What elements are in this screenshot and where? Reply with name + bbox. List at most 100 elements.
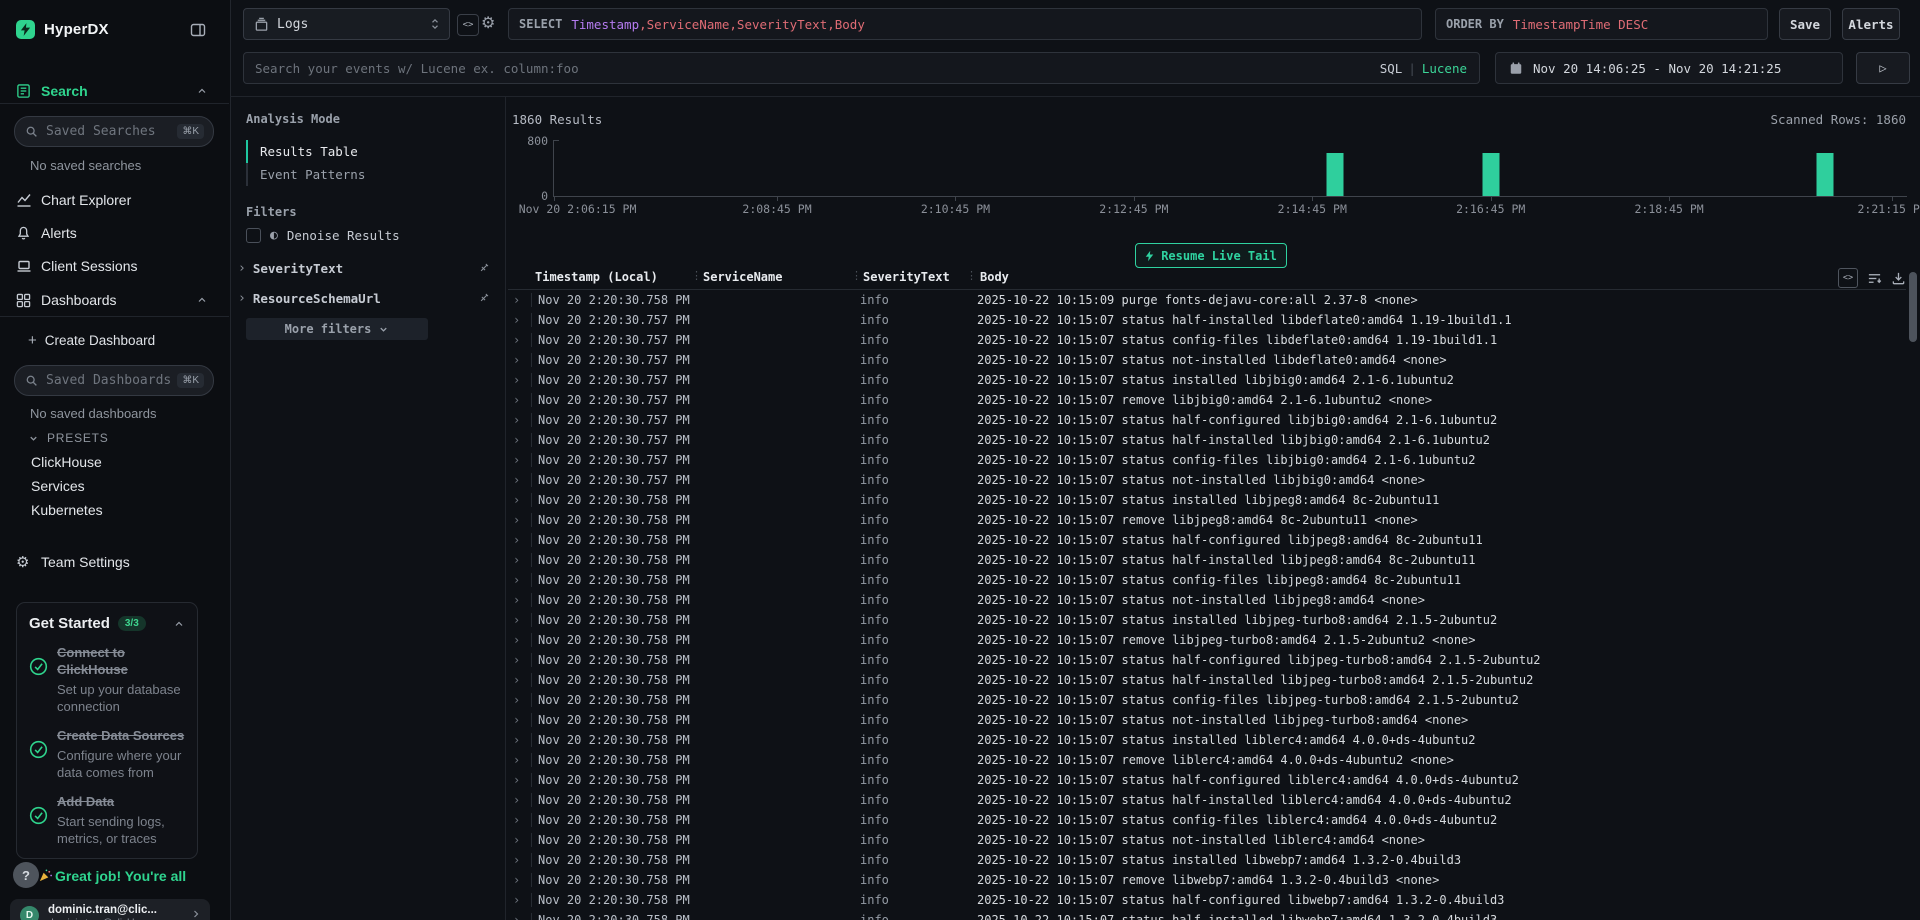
sidebar-item-client-sessions[interactable]: Client Sessions (0, 255, 230, 277)
save-button[interactable]: Save (1779, 8, 1831, 40)
expand-row-icon[interactable]: › (508, 453, 527, 467)
expand-row-icon[interactable]: › (508, 853, 527, 867)
table-row[interactable]: ›Nov 20 2:20:30.758 PMinfo2025-10-22 10:… (508, 510, 1906, 530)
table-row[interactable]: ›Nov 20 2:20:30.758 PMinfo2025-10-22 10:… (508, 570, 1906, 590)
expand-row-icon[interactable]: › (508, 593, 527, 607)
table-row[interactable]: ›Nov 20 2:20:30.758 PMinfo2025-10-22 10:… (508, 750, 1906, 770)
event-search-input[interactable] (244, 53, 1479, 83)
user-menu[interactable]: D dominic.tran@clic... dominic.tran@clic… (10, 899, 210, 920)
histogram-bar[interactable] (1817, 153, 1834, 196)
expand-row-icon[interactable]: › (508, 573, 527, 587)
expand-row-icon[interactable]: › (508, 613, 527, 627)
expand-row-icon[interactable]: › (508, 553, 527, 567)
preset-services[interactable]: Services (0, 474, 230, 498)
expand-row-icon[interactable]: › (508, 433, 527, 447)
histogram-bar[interactable] (1326, 153, 1343, 196)
select-columns-input[interactable]: SELECT Timestamp ,ServiceName,SeverityTe… (508, 8, 1422, 40)
chevron-up-icon[interactable] (196, 85, 208, 97)
presets-header[interactable]: PRESETS (28, 431, 109, 445)
analysis-mode-event-patterns[interactable]: Event Patterns (246, 163, 365, 186)
table-row[interactable]: ›Nov 20 2:20:30.758 PMinfo2025-10-22 10:… (508, 810, 1906, 830)
filter-group-severitytext[interactable]: › SeverityText (238, 256, 490, 280)
expand-row-icon[interactable]: › (508, 513, 527, 527)
table-row[interactable]: ›Nov 20 2:20:30.757 PMinfo2025-10-22 10:… (508, 350, 1906, 370)
time-range-picker[interactable]: Nov 20 14:06:25 - Nov 20 14:21:25 (1495, 52, 1843, 84)
expand-row-icon[interactable]: › (508, 813, 527, 827)
order-by-input[interactable]: ORDER BY TimestampTime DESC (1435, 8, 1768, 40)
sidebar-item-alerts[interactable]: Alerts (0, 222, 230, 244)
table-row[interactable]: ›Nov 20 2:20:30.758 PMinfo2025-10-22 10:… (508, 650, 1906, 670)
histogram-bar[interactable] (1482, 153, 1499, 196)
expand-row-icon[interactable]: › (508, 493, 527, 507)
column-header-servicename[interactable]: ServiceName (703, 270, 782, 284)
saved-searches-input[interactable]: Saved Searches ⌘K (14, 116, 214, 147)
pin-icon[interactable] (478, 292, 490, 304)
sidebar-item-team-settings[interactable]: ⚙ Team Settings (0, 551, 230, 573)
table-row[interactable]: ›Nov 20 2:20:30.758 PMinfo2025-10-22 10:… (508, 670, 1906, 690)
scrollbar-thumb[interactable] (1909, 272, 1917, 342)
denoise-results-toggle[interactable]: ◐ Denoise Results (246, 228, 400, 243)
table-row[interactable]: ›Nov 20 2:20:30.757 PMinfo2025-10-22 10:… (508, 410, 1906, 430)
column-header-body[interactable]: Body (980, 270, 1009, 284)
get-started-item[interactable]: Create Data SourcesConfigure where your … (29, 728, 185, 781)
expand-row-icon[interactable]: › (508, 473, 527, 487)
sql-mode-label[interactable]: SQL (1380, 61, 1403, 76)
table-row[interactable]: ›Nov 20 2:20:30.758 PMinfo2025-10-22 10:… (508, 870, 1906, 890)
more-filters-button[interactable]: More filters (246, 318, 428, 340)
table-row[interactable]: ›Nov 20 2:20:30.758 PMinfo2025-10-22 10:… (508, 550, 1906, 570)
expand-row-icon[interactable]: › (508, 633, 527, 647)
table-row[interactable]: ›Nov 20 2:20:30.758 PMinfo2025-10-22 10:… (508, 790, 1906, 810)
table-row[interactable]: ›Nov 20 2:20:30.757 PMinfo2025-10-22 10:… (508, 330, 1906, 350)
expand-row-icon[interactable]: › (508, 713, 527, 727)
analysis-mode-results-table[interactable]: Results Table (246, 140, 365, 163)
table-row[interactable]: ›Nov 20 2:20:30.758 PMinfo2025-10-22 10:… (508, 770, 1906, 790)
table-row[interactable]: ›Nov 20 2:20:30.758 PMinfo2025-10-22 10:… (508, 530, 1906, 550)
chevron-up-icon[interactable] (173, 618, 185, 630)
alerts-button[interactable]: Alerts (1842, 8, 1900, 40)
sidebar-item-search[interactable]: Search (0, 80, 230, 102)
expand-row-icon[interactable]: › (508, 413, 527, 427)
table-row[interactable]: ›Nov 20 2:20:30.757 PMinfo2025-10-22 10:… (508, 430, 1906, 450)
sidebar-item-dashboards[interactable]: Dashboards (0, 289, 230, 311)
download-icon[interactable] (1891, 271, 1906, 286)
filter-group-resourceschemaurl[interactable]: › ResourceSchemaUrl (238, 286, 490, 310)
expand-row-icon[interactable]: › (508, 393, 527, 407)
table-row[interactable]: ›Nov 20 2:20:30.758 PMinfo2025-10-22 10:… (508, 710, 1906, 730)
table-row[interactable]: ›Nov 20 2:20:30.758 PMinfo2025-10-22 10:… (508, 290, 1906, 310)
expand-row-icon[interactable]: › (508, 833, 527, 847)
column-resize-handle[interactable]: ⋮ (691, 269, 702, 282)
get-started-item[interactable]: Connect to ClickHouseSet up your databas… (29, 645, 185, 715)
results-histogram[interactable]: Nov 20 2:06:15 PM2:08:45 PM2:10:45 PM2:1… (553, 140, 1907, 197)
column-header-timestamp[interactable]: Timestamp (Local) (535, 270, 658, 284)
table-row[interactable]: ›Nov 20 2:20:30.757 PMinfo2025-10-22 10:… (508, 390, 1906, 410)
expand-row-icon[interactable]: › (508, 733, 527, 747)
expand-row-icon[interactable]: › (508, 333, 527, 347)
source-select[interactable]: Logs (243, 8, 450, 40)
wrap-lines-icon[interactable] (1867, 271, 1882, 286)
table-row[interactable]: ›Nov 20 2:20:30.758 PMinfo2025-10-22 10:… (508, 910, 1906, 920)
expand-row-icon[interactable]: › (508, 293, 527, 307)
expand-row-icon[interactable]: › (508, 693, 527, 707)
expand-row-icon[interactable]: › (508, 653, 527, 667)
source-settings-gear-icon[interactable]: ⚙ (481, 13, 495, 33)
help-button[interactable]: ? (13, 862, 39, 888)
expand-row-icon[interactable]: › (508, 753, 527, 767)
run-query-button[interactable]: ▷ (1856, 52, 1910, 84)
preset-clickhouse[interactable]: ClickHouse (0, 450, 230, 474)
table-row[interactable]: ›Nov 20 2:20:30.758 PMinfo2025-10-22 10:… (508, 890, 1906, 910)
brand[interactable]: HyperDX (16, 20, 109, 39)
saved-dashboards-input[interactable]: Saved Dashboards ⌘K (14, 365, 214, 396)
collapse-sidebar-icon[interactable] (190, 22, 206, 38)
expand-row-icon[interactable]: › (508, 533, 527, 547)
pin-icon[interactable] (478, 262, 490, 274)
preset-kubernetes[interactable]: Kubernetes (0, 498, 230, 522)
language-switch[interactable]: SQL|Lucene (1380, 61, 1467, 76)
denoise-checkbox[interactable] (246, 228, 261, 243)
sql-editor-toggle-button[interactable]: <> (457, 14, 479, 36)
table-row[interactable]: ›Nov 20 2:20:30.758 PMinfo2025-10-22 10:… (508, 630, 1906, 650)
table-row[interactable]: ›Nov 20 2:20:30.758 PMinfo2025-10-22 10:… (508, 590, 1906, 610)
expand-row-icon[interactable]: › (508, 373, 527, 387)
column-resize-handle[interactable]: ⋮ (966, 269, 977, 282)
table-row[interactable]: ›Nov 20 2:20:30.758 PMinfo2025-10-22 10:… (508, 690, 1906, 710)
create-dashboard-button[interactable]: + Create Dashboard (28, 332, 155, 349)
